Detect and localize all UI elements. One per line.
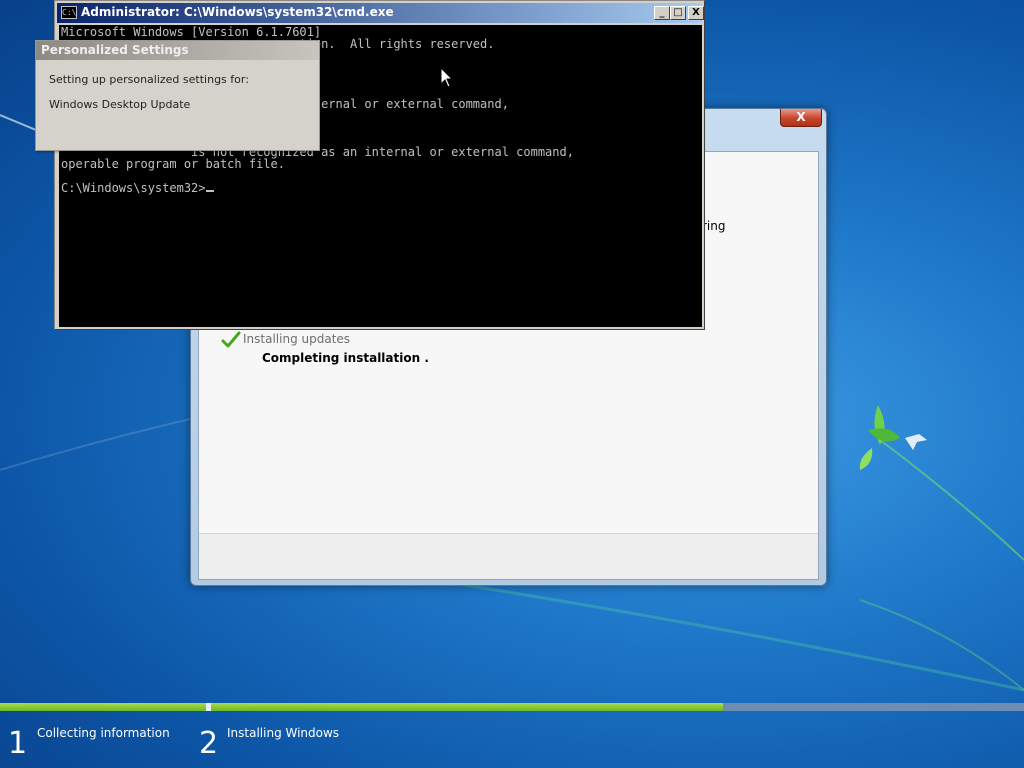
setup-progress-bar <box>0 703 1024 711</box>
check-icon <box>221 331 241 348</box>
cmd-titlebar[interactable]: C:\ Administrator: C:\Windows\system32\c… <box>57 3 704 23</box>
cmd-title: Administrator: C:\Windows\system32\cmd.e… <box>81 5 394 19</box>
progress-stage-1-fill <box>0 703 206 711</box>
console-prompt[interactable]: C:\Windows\system32> <box>61 181 214 195</box>
close-button[interactable]: X <box>688 6 704 20</box>
step-installing-updates: Installing updates <box>221 331 351 348</box>
personalized-settings-component: Windows Desktop Update <box>49 98 191 111</box>
setup-close-button[interactable]: X <box>780 109 822 127</box>
personalized-settings-message: Setting up personalized settings for: <box>49 73 249 86</box>
console-line: operable program or batch file. <box>61 157 285 171</box>
cmd-icon: C:\ <box>61 6 77 19</box>
prompt-text: C:\Windows\system32> <box>61 181 206 195</box>
personalized-settings-titlebar: Personalized Settings <box>36 41 319 60</box>
leaf-logo-icon <box>859 405 927 470</box>
stage-1-label: Collecting information <box>37 726 170 740</box>
step-label: Completing installation . <box>262 351 429 365</box>
personalized-settings-dialog: Personalized Settings Setting up persona… <box>35 40 320 151</box>
stage-1-number: 1 <box>8 726 28 761</box>
setup-footer <box>199 533 818 579</box>
step-completing-installation: Completing installation . <box>262 351 429 365</box>
minimize-button[interactable]: _ <box>654 6 670 20</box>
maximize-button[interactable]: □ <box>670 6 686 20</box>
progress-stage-2-fill <box>211 703 723 711</box>
text-cursor <box>205 190 214 192</box>
clipped-status-text: ring <box>702 219 726 233</box>
personalized-settings-title: Personalized Settings <box>41 43 189 57</box>
stage-2-label: Installing Windows <box>227 726 340 740</box>
stage-2-number: 2 <box>199 726 219 761</box>
step-label: Installing updates <box>243 332 351 346</box>
mouse-pointer-icon <box>440 67 454 88</box>
